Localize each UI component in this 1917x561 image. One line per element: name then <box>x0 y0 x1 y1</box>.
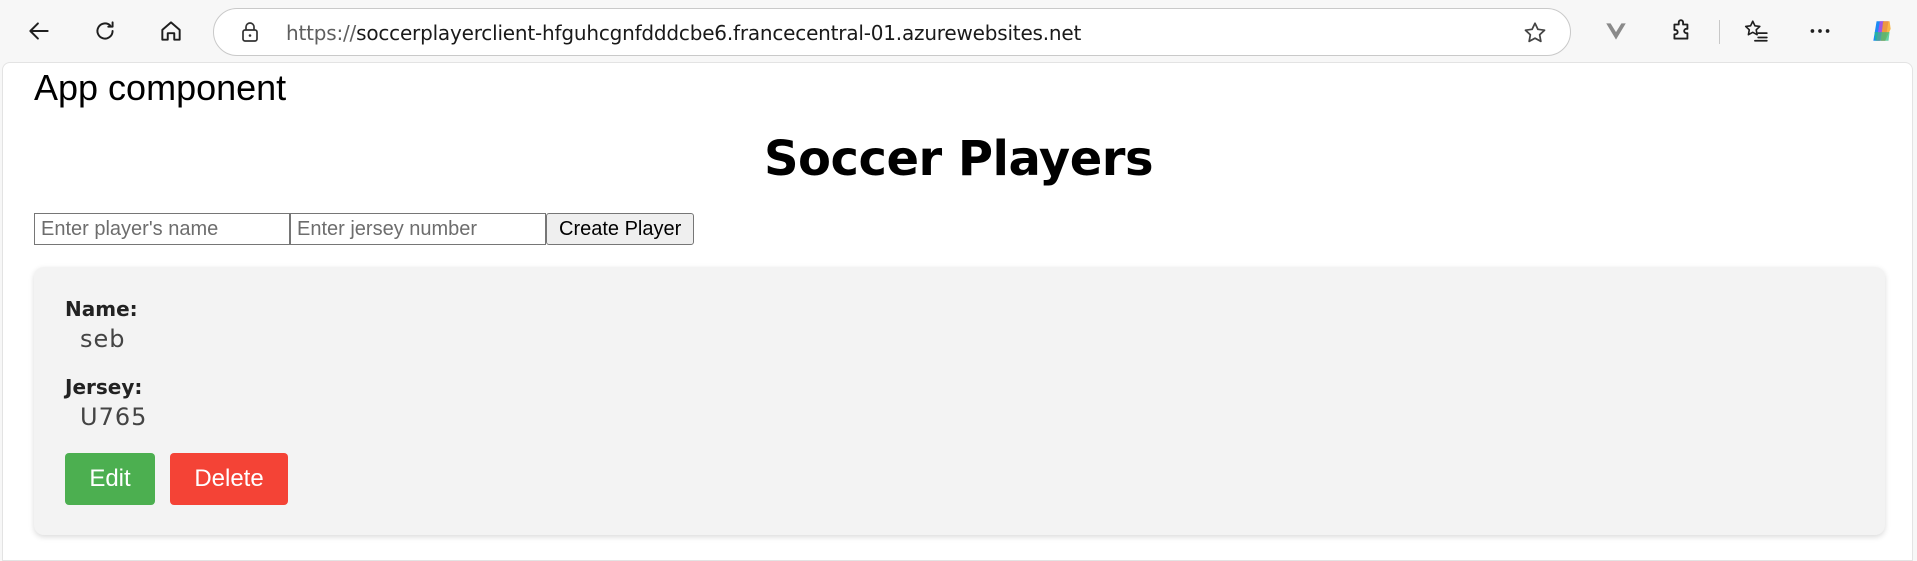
page-viewport: App component Soccer Players Create Play… <box>2 62 1913 561</box>
url-scheme: https:// <box>286 21 357 45</box>
puzzle-icon <box>1673 19 1689 40</box>
url-host: soccerplayerclient-hfguhcgnfdddcbe6.fran… <box>356 21 1082 45</box>
more-options-button[interactable] <box>1798 9 1842 53</box>
address-bar[interactable]: https://soccerplayerclient-hfguhcgnfdddc… <box>213 8 1571 56</box>
page-title: Soccer Players <box>763 131 1154 187</box>
create-player-form: Create Player <box>34 213 695 245</box>
browser-toolbar: https://soccerplayerclient-hfguhcgnfdddc… <box>0 0 1917 62</box>
player-jersey: U765 <box>80 403 148 431</box>
edit-button[interactable]: Edit <box>65 453 155 505</box>
toolbar-divider <box>1719 20 1720 44</box>
extensions-button[interactable] <box>1660 9 1704 53</box>
app-component-label: App component <box>34 67 287 108</box>
copilot-button[interactable] <box>1860 9 1904 53</box>
jersey-number-input[interactable] <box>290 213 546 245</box>
url-text[interactable]: https://soccerplayerclient-hfguhcgnfdddc… <box>286 21 1081 45</box>
player-name-input[interactable] <box>34 213 290 245</box>
favorites-button[interactable] <box>1734 9 1778 53</box>
favorites-list-icon <box>1744 20 1768 42</box>
home-icon <box>161 21 181 41</box>
extension-button[interactable] <box>1594 9 1638 53</box>
arrow-left-icon <box>29 22 49 40</box>
refresh-icon <box>96 21 114 40</box>
player-card: Name: seb Jersey: U765 Edit Delete <box>34 267 1885 535</box>
favorite-star-icon[interactable] <box>1522 20 1548 46</box>
create-player-button[interactable]: Create Player <box>546 213 695 245</box>
player-name: seb <box>80 325 126 353</box>
vue-extension-icon <box>1606 23 1626 40</box>
name-label: Name: <box>65 297 138 321</box>
copilot-icon <box>1873 21 1891 41</box>
back-button[interactable] <box>17 9 61 53</box>
home-button[interactable] <box>149 9 193 53</box>
refresh-button[interactable] <box>83 9 127 53</box>
ellipsis-icon <box>1810 29 1830 33</box>
lock-icon[interactable] <box>238 20 262 44</box>
delete-button[interactable]: Delete <box>170 453 288 505</box>
jersey-label: Jersey: <box>65 375 143 399</box>
